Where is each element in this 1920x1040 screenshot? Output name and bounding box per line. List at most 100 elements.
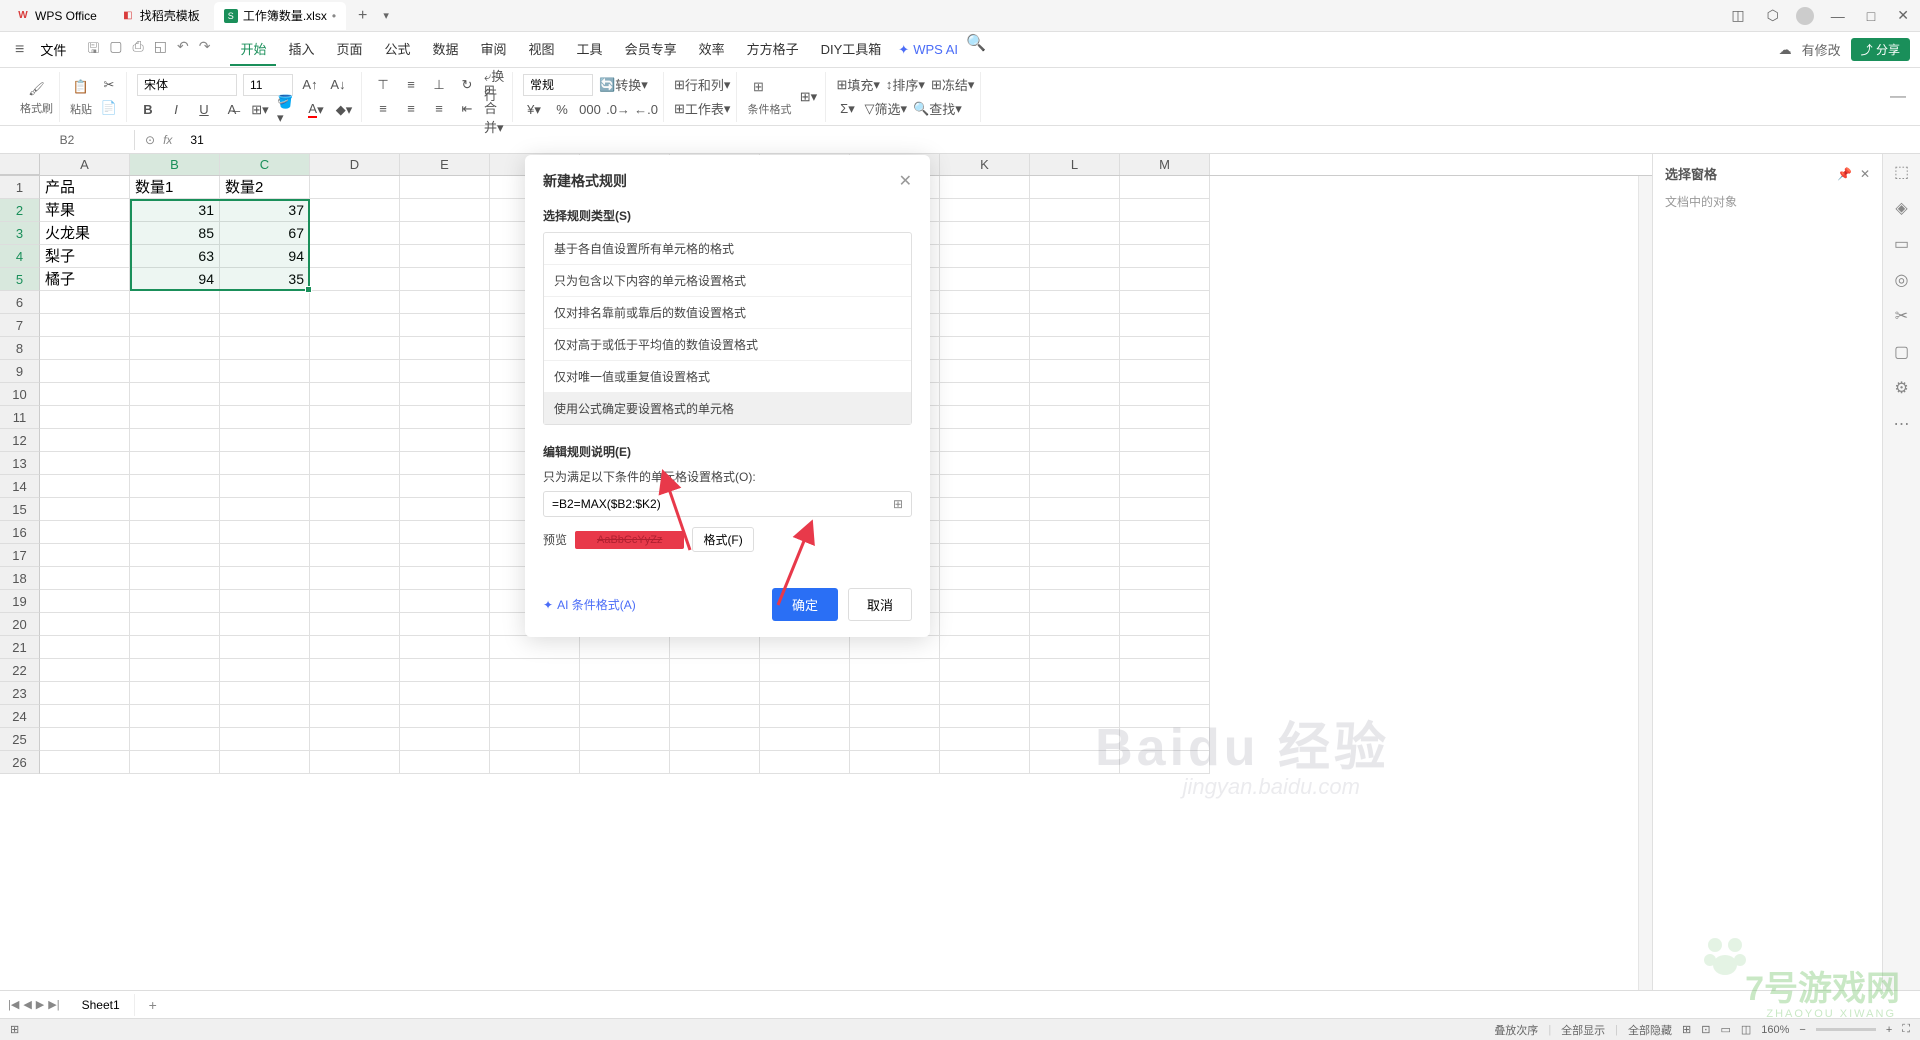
row-header[interactable]: 2 (0, 199, 40, 222)
paste-icon[interactable]: 📋 (70, 76, 92, 98)
cell[interactable] (1120, 222, 1210, 245)
italic-icon[interactable]: I (165, 100, 187, 120)
cell[interactable] (40, 728, 130, 751)
select-icon[interactable]: ⬚ (1894, 162, 1909, 182)
cell[interactable] (130, 337, 220, 360)
row-header[interactable]: 16 (0, 521, 40, 544)
save-icon[interactable]: 🖫 (85, 36, 101, 64)
preview-icon[interactable]: ◱ (152, 36, 169, 64)
cell[interactable] (1120, 705, 1210, 728)
cell[interactable] (400, 268, 490, 291)
redo-icon[interactable]: ↷ (197, 36, 213, 64)
cell[interactable] (1030, 521, 1120, 544)
file-menu[interactable]: 文件 (32, 37, 74, 62)
tab-data[interactable]: 数据 (423, 33, 469, 66)
cell[interactable] (40, 521, 130, 544)
cell[interactable] (1120, 337, 1210, 360)
cell[interactable] (1120, 682, 1210, 705)
align-top-icon[interactable]: ⊤ (372, 75, 394, 95)
cell[interactable] (310, 360, 400, 383)
cell[interactable] (400, 590, 490, 613)
row-header[interactable]: 14 (0, 475, 40, 498)
font-color-icon[interactable]: A▾ (305, 100, 327, 120)
cell[interactable] (1030, 636, 1120, 659)
cell[interactable] (400, 291, 490, 314)
cell[interactable] (940, 245, 1030, 268)
cell[interactable] (1030, 567, 1120, 590)
cell[interactable] (40, 406, 130, 429)
cell[interactable]: 梨子 (40, 245, 130, 268)
cell[interactable] (130, 429, 220, 452)
row-header[interactable]: 9 (0, 360, 40, 383)
col-header[interactable]: L (1030, 154, 1120, 175)
cell[interactable] (1120, 590, 1210, 613)
cond-format-icon[interactable]: ⊞ (747, 76, 769, 98)
cell[interactable] (220, 728, 310, 751)
cell[interactable] (220, 682, 310, 705)
image-icon[interactable]: ▢ (1894, 342, 1909, 362)
cell[interactable] (850, 705, 940, 728)
cut-icon[interactable]: ✂ (98, 75, 120, 95)
cell[interactable] (40, 613, 130, 636)
cell[interactable]: 火龙果 (40, 222, 130, 245)
cell[interactable] (940, 544, 1030, 567)
cell[interactable] (490, 728, 580, 751)
cell[interactable] (1120, 498, 1210, 521)
underline-icon[interactable]: U (193, 100, 215, 120)
tab-tools[interactable]: 工具 (567, 33, 613, 66)
cell[interactable] (670, 728, 760, 751)
cell[interactable] (400, 314, 490, 337)
cell[interactable]: 苹果 (40, 199, 130, 222)
cell[interactable] (1120, 728, 1210, 751)
cell[interactable]: 35 (220, 268, 310, 291)
cell[interactable] (310, 268, 400, 291)
cell[interactable] (130, 636, 220, 659)
tab-start[interactable]: 开始 (230, 33, 276, 66)
rule-type-item[interactable]: 仅对排名靠前或靠后的数值设置格式 (544, 297, 911, 329)
sheet-prev-icon[interactable]: ◀ (23, 998, 31, 1011)
format-painter-group[interactable]: 🖌 格式刷 (14, 72, 60, 122)
zoom-out-icon[interactable]: − (1799, 1024, 1805, 1036)
cell[interactable] (670, 705, 760, 728)
cell[interactable] (1120, 429, 1210, 452)
fill-button[interactable]: ⊞ 填充▾ (836, 75, 879, 95)
number-format-select[interactable] (523, 74, 593, 96)
row-header[interactable]: 8 (0, 337, 40, 360)
tab-efficiency[interactable]: 效率 (689, 33, 735, 66)
cell[interactable] (1120, 475, 1210, 498)
cell[interactable] (400, 452, 490, 475)
cell[interactable] (1120, 383, 1210, 406)
cell[interactable] (1030, 498, 1120, 521)
cell[interactable] (1030, 590, 1120, 613)
cancel-formula-icon[interactable]: ⊙ (145, 133, 155, 147)
cell[interactable] (400, 613, 490, 636)
cell[interactable] (310, 498, 400, 521)
cell[interactable] (40, 544, 130, 567)
cell[interactable] (1120, 659, 1210, 682)
row-header[interactable]: 11 (0, 406, 40, 429)
cell[interactable] (130, 314, 220, 337)
cell[interactable] (1030, 682, 1120, 705)
cell[interactable] (310, 337, 400, 360)
cell[interactable] (1030, 245, 1120, 268)
cell[interactable] (940, 291, 1030, 314)
sheet-first-icon[interactable]: |◀ (8, 998, 19, 1011)
app-tab-workbook[interactable]: S 工作簿数量.xlsx • (214, 2, 346, 30)
cell[interactable] (40, 682, 130, 705)
cell[interactable] (400, 567, 490, 590)
cell[interactable] (310, 475, 400, 498)
pin-icon[interactable]: 📌 (1837, 167, 1852, 181)
cell[interactable] (1120, 176, 1210, 199)
settings-icon[interactable]: ⚙ (1894, 378, 1908, 398)
paste-label[interactable]: 粘贴 (70, 101, 92, 117)
cell[interactable] (1120, 268, 1210, 291)
cell[interactable] (220, 406, 310, 429)
cell[interactable] (940, 728, 1030, 751)
align-center-icon[interactable]: ≡ (400, 99, 422, 119)
fullscreen-icon[interactable]: ⛶ (1902, 1023, 1910, 1036)
cell[interactable] (1030, 613, 1120, 636)
currency-icon[interactable]: ¥▾ (523, 100, 545, 120)
merge-cells-icon[interactable]: ⊞ 合并▾ (484, 99, 506, 119)
row-header[interactable]: 21 (0, 636, 40, 659)
cell[interactable]: 数量1 (130, 176, 220, 199)
